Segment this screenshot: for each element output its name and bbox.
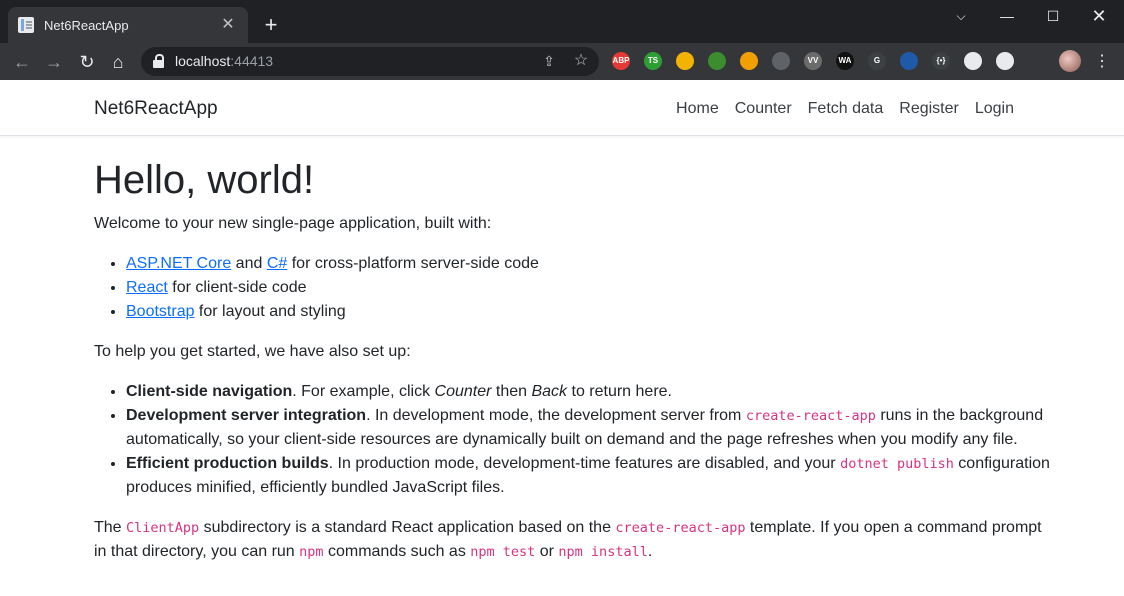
nav-login[interactable]: Login [967,80,1022,137]
bootstrap-link[interactable]: Bootstrap [126,303,194,320]
setup-intro-text: To help you get started, we have also se… [94,343,411,360]
back-arrow-icon[interactable]: ← [8,48,36,76]
list-item: React for client-side code [126,276,1054,300]
aspnet-core-link[interactable]: ASP.NET Core [126,255,231,272]
color-picker-extension-icon[interactable] [740,52,758,70]
share-icon[interactable]: ⇪ [539,51,559,71]
feature-title: Efficient production builds [126,455,329,472]
text-span: then [491,383,532,400]
browser-tab[interactable]: Net6ReactApp ✕ [8,7,248,43]
text-span: for layout and styling [194,303,346,320]
code-snippet: create-react-app [615,520,746,536]
page-title: Hello, world! [94,158,315,202]
feature-title: Development server integration [126,407,367,424]
page-favicon-icon [18,17,34,33]
tab-search-icon[interactable]: ⌵ [938,0,984,32]
code-snippet: ClientApp [126,520,200,536]
list-item: ASP.NET Core and C# for cross-platform s… [126,252,1054,276]
footer-paragraph: The ClientApp subdirectory is a standard… [94,516,1054,564]
new-tab-icon[interactable]: + [258,12,284,38]
text-span: The [94,519,127,536]
code-snippet: create-react-app [745,408,876,424]
pen-extension-icon[interactable] [772,52,790,70]
url-text[interactable]: localhost:44413 [175,47,273,76]
text-span: . In production mode, development-time f… [328,455,841,472]
browser-toolbar: ← → ↻ ⌂ localhost:44413 ⇪ ☆ ABP TS VV WA G {•… [0,43,1124,80]
text-span: subdirectory is a standard React applica… [199,519,616,536]
close-window-icon[interactable]: ✕ [1076,0,1122,32]
site-navbar: Net6ReactApp Home Counter Fetch data Reg… [0,80,1124,136]
list-item: Bootstrap for layout and styling [126,300,1054,324]
screenshot-extension-icon[interactable] [708,52,726,70]
list-item: Development server integration. In devel… [126,404,1054,452]
csharp-link[interactable]: C# [267,255,287,272]
url-host: localhost [175,53,231,69]
features-list: Client-side navigation. For example, cli… [126,380,1054,500]
emphasis-text: Counter [434,383,492,400]
grammarly-extension-icon[interactable]: G [868,52,886,70]
code-snippet: npm [299,544,324,560]
json-extension-icon[interactable]: {•} [932,52,950,70]
text-span: and [231,255,267,272]
minimize-icon[interactable]: — [984,0,1030,32]
profile-avatar[interactable] [1059,50,1081,72]
maximize-icon[interactable]: ☐ [1030,0,1076,32]
triangle-extension-icon[interactable] [900,52,918,70]
vv-extension-icon[interactable]: VV [804,52,822,70]
adblock-plus-extension-icon[interactable]: ABP [612,52,630,70]
browser-tab-strip: Net6ReactApp ✕ + ⌵ — ☐ ✕ [0,0,1124,43]
text-span: commands such as [323,543,471,560]
close-tab-icon[interactable]: ✕ [218,15,238,35]
home-icon[interactable]: ⌂ [104,48,132,76]
text-span: . In development mode, the development s… [366,407,746,424]
code-snippet: npm test [470,544,536,560]
react-link[interactable]: React [126,279,168,296]
text-span: for cross-platform server-side code [287,255,539,272]
intro-text: Welcome to your new single-page applicat… [94,215,492,232]
google-drive-extension-icon[interactable] [676,52,694,70]
text-span: or [535,543,559,560]
navbar-brand[interactable]: Net6ReactApp [94,80,218,137]
main-content: Hello, world! Welcome to your new single… [94,156,1054,580]
lock-icon[interactable] [153,54,164,68]
text-span: to return here. [567,383,672,400]
list-item: Efficient production builds. In producti… [126,452,1054,500]
puzzle-extension-icon[interactable] [996,52,1014,70]
tab-title: Net6ReactApp [44,17,129,33]
nav-register[interactable]: Register [891,80,967,137]
code-snippet: dotnet publish [840,456,954,472]
feature-title: Client-side navigation [126,383,293,400]
code-snippet: npm install [558,544,648,560]
navbar-links: Home Counter Fetch data Register Login [668,80,1022,137]
built-with-list: ASP.NET Core and C# for cross-platform s… [126,252,1054,324]
text-span: for client-side code [167,279,307,296]
emphasis-text: Back [531,383,568,400]
list-item: Client-side navigation. For example, cli… [126,380,1054,404]
wa-extension-icon[interactable]: WA [836,52,854,70]
menu-kebab-icon[interactable]: ⋮ [1094,48,1110,76]
nav-home[interactable]: Home [668,80,727,137]
address-bar[interactable]: localhost:44413 ⇪ ☆ [141,47,599,76]
nav-fetch-data[interactable]: Fetch data [800,80,892,137]
text-span: . For example, click [292,383,435,400]
bookmark-star-icon[interactable]: ☆ [571,51,591,71]
ts-extension-icon[interactable]: TS [644,52,662,70]
forward-arrow-icon[interactable]: → [40,48,68,76]
page-viewport: Net6ReactApp Home Counter Fetch data Reg… [0,80,1124,596]
reload-icon[interactable]: ↻ [73,48,101,76]
text-span: . [647,543,653,560]
nav-counter[interactable]: Counter [727,80,800,137]
url-port: :44413 [230,53,274,69]
globe-extension-icon[interactable] [964,52,982,70]
